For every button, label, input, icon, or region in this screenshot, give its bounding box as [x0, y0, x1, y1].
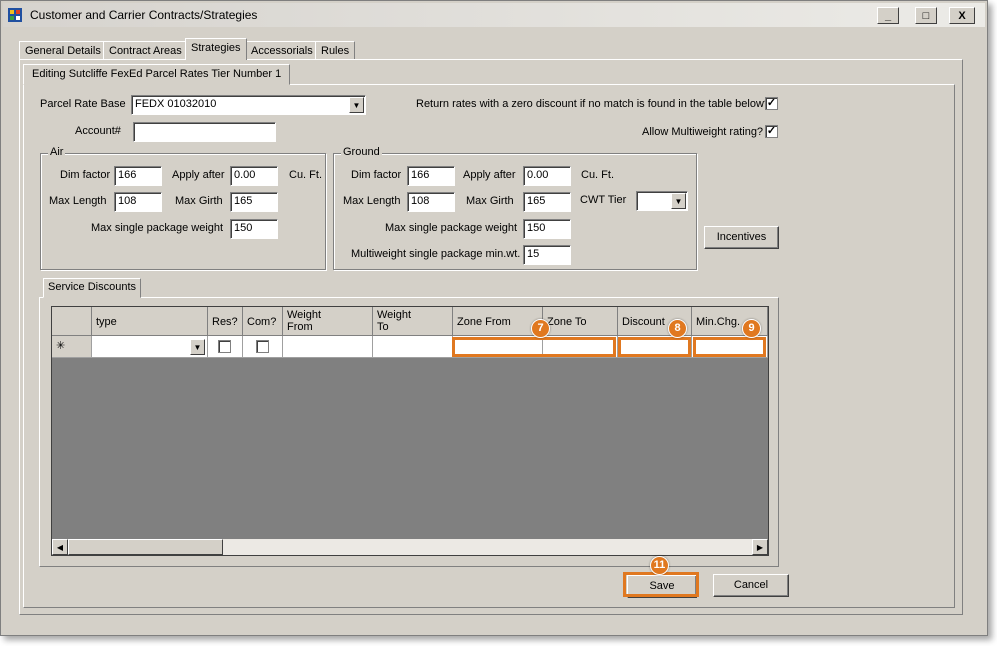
column-header-zone-from[interactable]: Zone From: [453, 307, 543, 336]
com-checkbox[interactable]: [256, 340, 269, 353]
chevron-down-icon[interactable]: ▼: [349, 97, 364, 113]
ground-apply-after-label: Apply after: [463, 169, 516, 181]
res-cell[interactable]: [208, 336, 243, 358]
ground-max-length-label: Max Length: [343, 195, 401, 207]
title-bar: Customer and Carrier Contracts/Strategie…: [3, 3, 985, 27]
multiweight-label: Allow Multiweight rating?: [642, 126, 764, 138]
tab-service-discounts[interactable]: Service Discounts: [43, 278, 142, 298]
ground-group-title: Ground: [341, 146, 382, 158]
contracts-window: Customer and Carrier Contracts/Strategie…: [0, 0, 988, 636]
scrollbar-thumb[interactable]: [68, 539, 223, 555]
multiweight-min-field[interactable]: 15: [523, 245, 571, 265]
weight-from-cell[interactable]: [283, 336, 373, 358]
zone-highlight: [452, 337, 616, 357]
air-group-title: Air: [48, 146, 66, 158]
ground-max-girth-label: Max Girth: [466, 195, 514, 207]
column-header-res[interactable]: Res?: [208, 307, 243, 336]
zero-discount-label: Return rates with a zero discount if no …: [416, 98, 771, 110]
discount-highlight: [618, 337, 691, 357]
min-chg-highlight: [693, 337, 766, 357]
account-label: Account#: [75, 125, 121, 137]
ground-max-girth-field[interactable]: 165: [523, 192, 571, 212]
row-header-corner: [52, 307, 92, 336]
maximize-button[interactable]: □: [915, 7, 937, 24]
annotation-badge-8: 8: [668, 319, 687, 338]
save-highlight: [623, 572, 699, 597]
ground-max-weight-label: Max single package weight: [385, 222, 518, 234]
parcel-rate-base-value: FEDX 01032010: [135, 98, 217, 110]
air-apply-after-field[interactable]: 0.00: [230, 166, 278, 186]
air-dim-factor-field[interactable]: 166: [114, 166, 162, 186]
air-max-weight-field[interactable]: 150: [230, 219, 278, 239]
tab-editing-tier[interactable]: Editing Sutcliffe FexEd Parcel Rates Tie…: [23, 64, 291, 85]
com-cell[interactable]: [243, 336, 283, 358]
tab-accessorials[interactable]: Accessorials: [245, 41, 319, 60]
tab-strategies[interactable]: Strategies: [185, 38, 247, 60]
multiweight-min-label: Multiweight single package min.wt.: [351, 248, 521, 260]
minimize-button[interactable]: _: [877, 7, 899, 24]
weight-to-cell[interactable]: [373, 336, 453, 358]
column-header-zone-to[interactable]: Zone To: [543, 307, 618, 336]
ground-dim-factor-field[interactable]: 166: [407, 166, 455, 186]
column-header-type[interactable]: type: [92, 307, 208, 336]
air-max-length-label: Max Length: [49, 195, 107, 207]
column-header-com[interactable]: Com?: [243, 307, 283, 336]
column-header-weight-to[interactable]: Weight To: [373, 307, 453, 336]
air-max-girth-field[interactable]: 165: [230, 192, 278, 212]
parcel-rate-base-select[interactable]: FEDX 01032010 ▼: [131, 95, 366, 115]
scroll-left-icon[interactable]: ◀: [52, 539, 68, 555]
ground-apply-after-field[interactable]: 0.00: [523, 166, 571, 186]
res-checkbox[interactable]: [218, 340, 231, 353]
app-icon: [8, 8, 22, 22]
annotation-badge-9: 9: [742, 319, 761, 338]
horizontal-scrollbar[interactable]: ◀ ▶: [52, 539, 768, 555]
multiweight-checkbox[interactable]: ✓: [765, 125, 778, 138]
close-button[interactable]: X: [949, 7, 975, 24]
zero-discount-checkbox[interactable]: ✓: [765, 97, 778, 110]
account-field[interactable]: [133, 122, 276, 142]
air-unit-label: Cu. Ft.: [289, 169, 323, 181]
air-max-length-field[interactable]: 108: [114, 192, 162, 212]
chevron-down-icon[interactable]: ▼: [190, 339, 205, 355]
tab-contract-areas[interactable]: Contract Areas: [103, 41, 188, 60]
ground-dim-factor-label: Dim factor: [351, 169, 402, 181]
cancel-button[interactable]: Cancel: [713, 574, 789, 597]
cwt-tier-select[interactable]: ▼: [636, 191, 688, 211]
cwt-tier-label: CWT Tier: [580, 194, 627, 206]
window-title: Customer and Carrier Contracts/Strategie…: [30, 8, 258, 22]
air-dim-factor-label: Dim factor: [60, 169, 111, 181]
air-max-weight-label: Max single package weight: [91, 222, 224, 234]
scroll-right-icon[interactable]: ▶: [752, 539, 768, 555]
annotation-badge-11: 11: [650, 556, 669, 575]
chevron-down-icon[interactable]: ▼: [671, 193, 686, 209]
ground-max-length-field[interactable]: 108: [407, 192, 455, 212]
tab-rules[interactable]: Rules: [315, 41, 356, 60]
parcel-rate-base-label: Parcel Rate Base: [40, 98, 126, 110]
incentives-button[interactable]: Incentives: [704, 226, 779, 249]
tab-general-details[interactable]: General Details: [19, 41, 107, 60]
column-header-weight-from[interactable]: Weight From: [283, 307, 373, 336]
new-row-marker: ✳: [52, 336, 92, 358]
ground-max-weight-field[interactable]: 150: [523, 219, 571, 239]
annotation-badge-7: 7: [531, 319, 550, 338]
air-max-girth-label: Max Girth: [175, 195, 223, 207]
type-cell[interactable]: ▼: [92, 336, 208, 358]
air-apply-after-label: Apply after: [172, 169, 225, 181]
ground-unit-label: Cu. Ft.: [581, 169, 615, 181]
